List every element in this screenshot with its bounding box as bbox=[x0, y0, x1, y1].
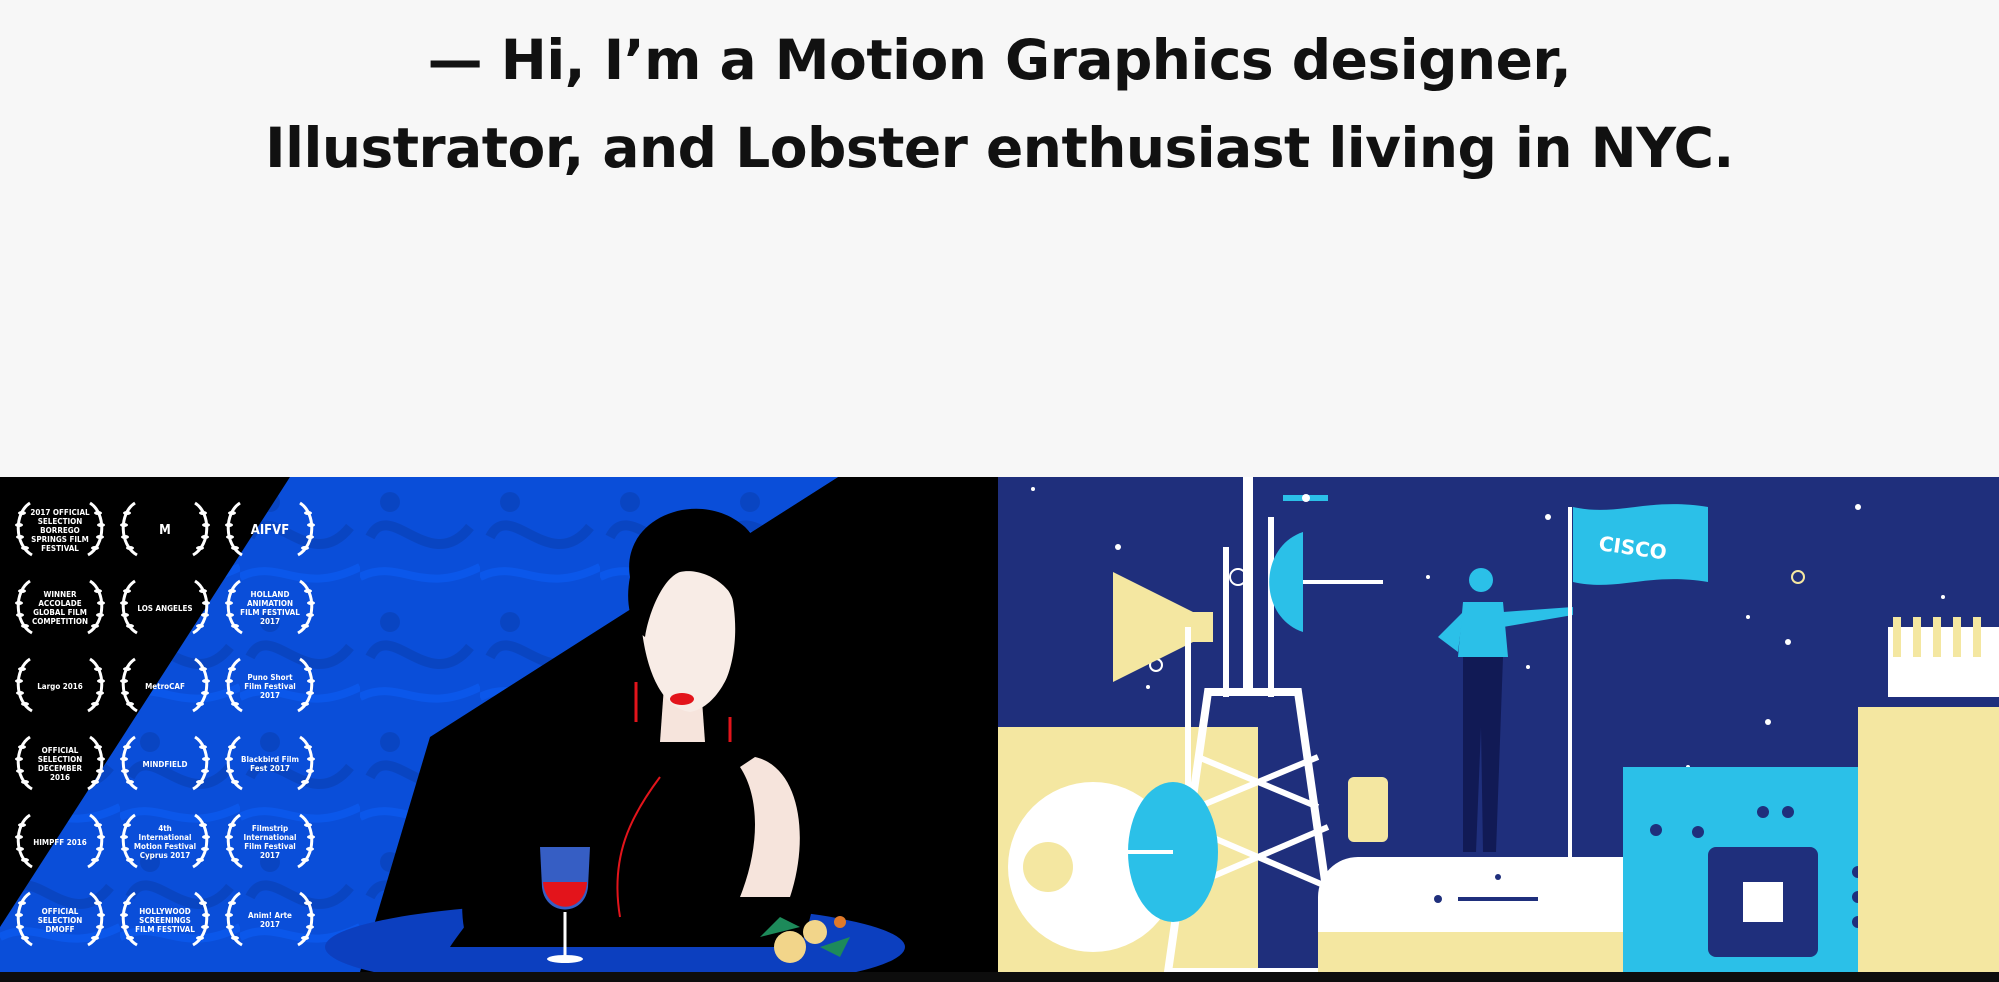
award-laurel-text: Blackbird Film Fest 2017 bbox=[240, 755, 300, 773]
portfolio-tile-noir-lady[interactable]: 2017 OFFICIAL SELECTION BORREGO SPRINGS … bbox=[0, 477, 998, 972]
award-laurel: MetroCAF bbox=[115, 653, 215, 715]
hero-section: — Hi, I’m a Motion Graphics designer, Il… bbox=[0, 0, 1999, 477]
hero-headline-line-1: — Hi, I’m a Motion Graphics designer, bbox=[427, 28, 1572, 92]
award-laurel: Filmstrip International Film Festival 20… bbox=[220, 809, 320, 871]
award-laurel: Largo 2016 bbox=[10, 653, 110, 715]
award-laurel-text: OFFICIAL SELECTION DMOFF bbox=[37, 906, 83, 934]
award-laurel: HOLLYWOOD SCREENINGS FILM FESTIVAL bbox=[115, 887, 215, 949]
award-laurel: 2017 OFFICIAL SELECTION BORREGO SPRINGS … bbox=[10, 497, 110, 559]
award-laurel-text: MINDFIELD bbox=[142, 759, 188, 769]
award-laurel-text: MetroCAF bbox=[145, 681, 185, 691]
award-laurel-text: HOLLYWOOD SCREENINGS FILM FESTIVAL bbox=[135, 906, 195, 934]
award-laurel-text: Puno Short Film Festival 2017 bbox=[244, 672, 296, 700]
award-laurel: MINDFIELD bbox=[115, 731, 215, 793]
award-laurel-text: 4th International Motion Festival Cyprus… bbox=[133, 824, 197, 860]
award-laurel-text: HIMPFF 2016 bbox=[33, 837, 87, 847]
award-laurel: OFFICIAL SELECTION DECEMBER 2016 bbox=[10, 731, 110, 793]
award-laurel-text: OFFICIAL SELECTION DECEMBER 2016 bbox=[37, 746, 83, 782]
award-laurel: HIMPFF 2016 bbox=[10, 809, 110, 871]
portfolio-tile-cisco[interactable]: CISCO bbox=[998, 477, 1999, 972]
award-laurel: M bbox=[115, 497, 215, 559]
award-laurel-text: 2017 OFFICIAL SELECTION BORREGO SPRINGS … bbox=[30, 507, 90, 553]
award-laurel: Blackbird Film Fest 2017 bbox=[220, 731, 320, 793]
award-laurel: AIFVF bbox=[220, 497, 320, 559]
award-laurel: LOS ANGELES bbox=[115, 575, 215, 637]
award-laurel-text: AIFVF bbox=[250, 522, 290, 538]
award-laurel: HOLLAND ANIMATION FILM FESTIVAL 2017 bbox=[220, 575, 320, 637]
cisco-illustration: CISCO bbox=[998, 477, 1999, 972]
award-laurel-text: HOLLAND ANIMATION FILM FESTIVAL 2017 bbox=[240, 590, 300, 626]
award-laurel: 4th International Motion Festival Cyprus… bbox=[115, 809, 215, 871]
award-laurel-text: LOS ANGELES bbox=[137, 603, 193, 613]
award-laurel-text: M bbox=[159, 522, 171, 538]
award-laurel: Puno Short Film Festival 2017 bbox=[220, 653, 320, 715]
award-laurel-text: Largo 2016 bbox=[37, 681, 83, 691]
page-bottom-edge bbox=[0, 972, 1999, 982]
award-laurel-text: Anim! Arte 2017 bbox=[248, 911, 292, 929]
award-laurel: Anim! Arte 2017 bbox=[220, 887, 320, 949]
award-laurel: WINNER ACCOLADE GLOBAL FILM COMPETITION bbox=[10, 575, 110, 637]
award-laurel-text: WINNER ACCOLADE GLOBAL FILM COMPETITION bbox=[31, 590, 89, 626]
award-laurel-text: Filmstrip International Film Festival 20… bbox=[243, 824, 297, 860]
award-laurel: OFFICIAL SELECTION DMOFF bbox=[10, 887, 110, 949]
hero-headline-line-2: Illustrator, and Lobster enthusiast livi… bbox=[265, 116, 1734, 180]
